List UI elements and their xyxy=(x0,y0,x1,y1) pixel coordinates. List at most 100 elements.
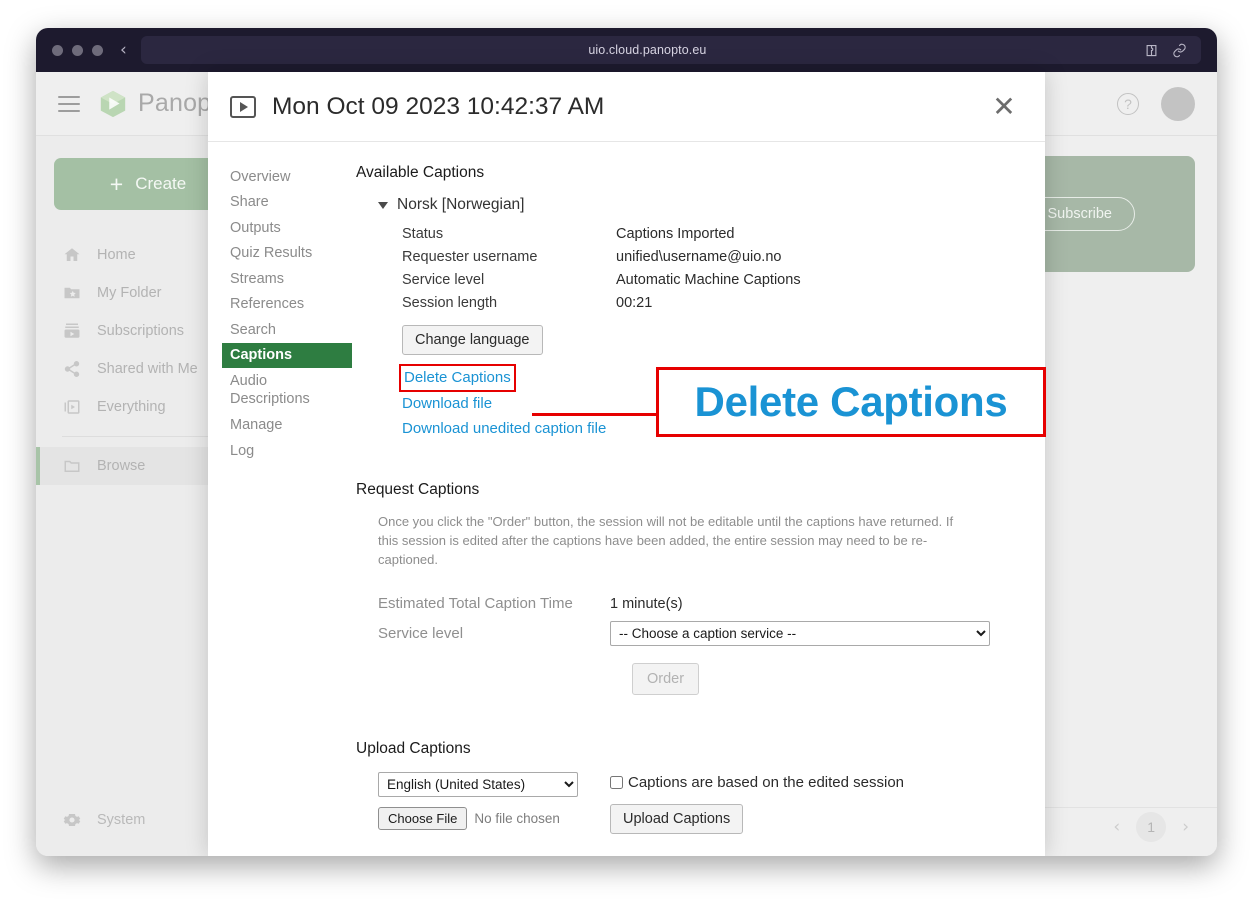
modal-body: Overview Share Outputs Quiz Results Stre… xyxy=(208,142,1046,856)
edited-session-checkbox[interactable] xyxy=(610,776,623,790)
modal-nav-quiz-results[interactable]: Quiz Results xyxy=(230,241,356,267)
service-level-row: Service level -- Choose a caption servic… xyxy=(378,621,1019,647)
caption-service-select[interactable]: -- Choose a caption service -- xyxy=(610,621,990,647)
chevron-down-icon[interactable] xyxy=(378,201,388,209)
modal-nav-manage[interactable]: Manage xyxy=(230,412,356,438)
address-bar-icons xyxy=(1144,43,1191,58)
order-button-wrap: Order xyxy=(632,663,1019,696)
url-text: uio.cloud.panopto.eu xyxy=(588,43,707,57)
detail-value: unified\username@uio.no xyxy=(616,249,782,265)
modal-header: Mon Oct 09 2023 10:42:37 AM ✕ xyxy=(208,72,1045,142)
extensions-icon[interactable] xyxy=(1144,43,1159,58)
estimated-time-value: 1 minute(s) xyxy=(610,595,683,612)
detail-label: Requester username xyxy=(402,249,538,265)
session-settings-modal: Mon Oct 09 2023 10:42:37 AM ✕ Overview S… xyxy=(208,72,1046,856)
annotation-callout-box: Delete Captions xyxy=(656,367,1046,437)
plus-icon: + xyxy=(109,170,124,197)
current-page[interactable]: 1 xyxy=(1136,812,1167,842)
back-button[interactable]: ‹ xyxy=(120,41,127,59)
upload-language-select[interactable]: English (United States) xyxy=(378,772,578,798)
language-group-row[interactable]: Norsk [Norwegian] xyxy=(378,196,1019,214)
modal-nav-search[interactable]: Search xyxy=(230,317,356,343)
sidebar-label: Home xyxy=(97,247,136,263)
request-captions-section: Request Captions Once you click the "Ord… xyxy=(356,481,1019,696)
modal-nav-streams[interactable]: Streams xyxy=(230,266,356,292)
close-icon[interactable]: ✕ xyxy=(987,90,1021,124)
upload-right-column: Captions are based on the edited session… xyxy=(610,772,904,835)
panopto-logo-icon xyxy=(98,89,128,119)
modal-sidebar: Overview Share Outputs Quiz Results Stre… xyxy=(208,164,356,856)
sidebar-item-system[interactable]: System xyxy=(36,810,145,830)
modal-nav-share[interactable]: Share xyxy=(230,190,356,216)
modal-nav-references[interactable]: References xyxy=(230,292,356,318)
browser-window: ‹ uio.cloud.panopto.eu Panopto ? + Creat… xyxy=(36,28,1217,856)
create-label: Create xyxy=(135,174,187,193)
change-language-button[interactable]: Change language xyxy=(402,325,543,355)
address-bar[interactable]: uio.cloud.panopto.eu xyxy=(140,36,1201,64)
system-label: System xyxy=(97,812,146,828)
modal-nav-overview[interactable]: Overview xyxy=(230,164,356,190)
detail-row: Session length 00:21 xyxy=(402,295,1019,311)
subscribe-label: Subscribe xyxy=(1047,206,1112,222)
caption-details: Status Captions Imported Requester usern… xyxy=(402,226,1019,311)
upload-captions-heading: Upload Captions xyxy=(356,740,471,758)
detail-row: Requester username unified\username@uio.… xyxy=(402,249,1019,265)
help-icon[interactable]: ? xyxy=(1117,92,1139,115)
sidebar-label: Shared with Me xyxy=(97,361,198,377)
change-language-wrap: Change language xyxy=(402,325,1019,355)
detail-row: Status Captions Imported xyxy=(402,226,1019,242)
sidebar-label: Subscriptions xyxy=(97,323,185,339)
screenshot-root: ‹ uio.cloud.panopto.eu Panopto ? + Creat… xyxy=(0,0,1253,900)
pagination: ‹ 1 › xyxy=(1113,812,1189,842)
detail-value: Automatic Machine Captions xyxy=(616,272,801,288)
modal-nav-outputs[interactable]: Outputs xyxy=(230,215,356,241)
modal-title: Mon Oct 09 2023 10:42:37 AM xyxy=(272,92,605,120)
edited-session-label: Captions are based on the edited session xyxy=(628,774,905,792)
language-label: Norsk [Norwegian] xyxy=(397,196,525,213)
file-input-row[interactable]: Choose File No file chosen xyxy=(378,807,578,831)
choose-file-button[interactable]: Choose File xyxy=(378,807,468,831)
modal-content: Available Captions Norsk [Norwegian] Sta… xyxy=(356,164,1046,856)
detail-label: Status xyxy=(402,226,444,242)
prev-page-button[interactable]: ‹ xyxy=(1113,817,1120,837)
detail-value: Captions Imported xyxy=(616,226,735,242)
file-name-label: No file chosen xyxy=(474,811,560,827)
close-window-dot[interactable] xyxy=(52,44,63,56)
order-button[interactable]: Order xyxy=(632,663,700,696)
menu-icon[interactable] xyxy=(58,95,80,112)
annotation-callout-text: Delete Captions xyxy=(694,378,1008,425)
browser-chrome: ‹ uio.cloud.panopto.eu xyxy=(36,28,1217,72)
request-captions-heading: Request Captions xyxy=(356,480,480,498)
everything-icon xyxy=(62,397,82,417)
request-captions-note: Once you click the "Order" button, the s… xyxy=(378,513,954,567)
detail-value: 00:21 xyxy=(616,295,653,311)
link-icon[interactable] xyxy=(1172,43,1187,58)
request-captions-grid: Estimated Total Caption Time 1 minute(s)… xyxy=(378,595,1019,696)
delete-captions-link[interactable]: Delete Captions xyxy=(399,364,516,393)
subscriptions-icon xyxy=(62,321,82,341)
upload-captions-section: Upload Captions English (United States) … xyxy=(356,740,1019,835)
avatar[interactable] xyxy=(1161,86,1195,121)
next-page-button[interactable]: › xyxy=(1182,817,1189,837)
sidebar-label: My Folder xyxy=(97,285,162,301)
maximize-window-dot[interactable] xyxy=(92,44,103,56)
detail-label: Service level xyxy=(402,272,485,288)
play-icon xyxy=(230,95,256,118)
edited-session-checkbox-row[interactable]: Captions are based on the edited session xyxy=(610,774,904,791)
modal-nav-log[interactable]: Log xyxy=(230,438,356,464)
minimize-window-dot[interactable] xyxy=(72,44,83,56)
upload-left-column: English (United States) Choose File No f… xyxy=(378,772,578,834)
modal-nav-captions[interactable]: Captions xyxy=(222,342,352,369)
modal-nav-audio-descriptions[interactable]: Audio Descriptions xyxy=(230,368,356,412)
browse-folder-icon xyxy=(62,456,82,476)
service-level-label: Service level xyxy=(378,625,464,643)
traffic-lights xyxy=(52,44,103,56)
detail-row: Service level Automatic Machine Captions xyxy=(402,272,1019,288)
upload-captions-button[interactable]: Upload Captions xyxy=(610,804,744,835)
app-background: Panopto ? + Create Home My Folder Subscr… xyxy=(36,72,1217,856)
estimated-time-label: Estimated Total Caption Time xyxy=(378,595,573,613)
upload-captions-grid: English (United States) Choose File No f… xyxy=(378,772,1019,835)
share-icon xyxy=(62,359,82,379)
detail-label: Session length xyxy=(402,295,498,311)
folder-star-icon xyxy=(62,283,82,303)
